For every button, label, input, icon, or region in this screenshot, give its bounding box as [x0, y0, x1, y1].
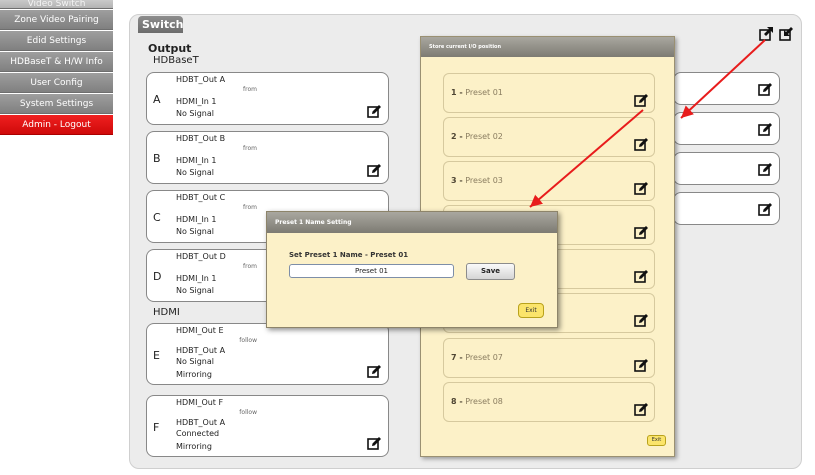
preset-label: 1 - Preset 01 — [451, 88, 503, 97]
edit-pencil-icon[interactable] — [758, 162, 773, 177]
output-letter: E — [153, 349, 160, 362]
sidebar-item-system-settings[interactable]: System Settings — [0, 94, 113, 114]
edit-pencil-icon[interactable] — [634, 225, 649, 240]
preset-label: 8 - Preset 08 — [451, 397, 503, 406]
sidebar-item-edid-settings[interactable]: Edid Settings — [0, 31, 113, 51]
output-status: No Signal — [176, 286, 214, 295]
switch-tab: Switch — [138, 16, 183, 33]
output-status: No Signal — [176, 227, 214, 236]
sidebar: Video Switch Zone Video Pairing Edid Set… — [0, 0, 113, 136]
output-relation: from — [243, 86, 257, 93]
edit-pencil-icon[interactable] — [634, 181, 649, 196]
output-title: Output — [148, 42, 192, 55]
output-letter: A — [153, 93, 161, 106]
output-relation: from — [243, 263, 257, 270]
output-card-a: HDBT_Out A from A HDMI_In 1 No Signal — [146, 72, 389, 125]
exit-button[interactable]: Exit — [518, 303, 544, 318]
output-letter: C — [153, 211, 161, 224]
sidebar-item-hdbaset-hw-info[interactable]: HDBaseT & H/W Info — [0, 52, 113, 72]
preset-slot-3[interactable]: 3 - Preset 03 — [443, 161, 655, 201]
output-source: HDMI_In 1 — [176, 97, 217, 106]
output-name: HDBT_Out A — [176, 75, 226, 84]
output-name: HDMI_Out E — [176, 326, 224, 335]
edit-pencil-icon[interactable] — [367, 104, 382, 119]
save-button[interactable]: Save — [466, 263, 515, 280]
preset-number: 8 - — [451, 397, 463, 406]
output-letter: F — [153, 421, 160, 434]
preset-name: Preset 07 — [465, 353, 503, 362]
output-card-right-b — [673, 112, 780, 145]
sidebar-item-admin-logout[interactable]: Admin - Logout — [0, 115, 113, 135]
output-name: HDBT_Out B — [176, 134, 226, 143]
dialog-title: Preset 1 Name Setting — [267, 212, 557, 233]
preset-label: 2 - Preset 02 — [451, 132, 503, 141]
load-preset-icon[interactable] — [779, 26, 794, 41]
output-card-b: HDBT_Out B from B HDMI_In 1 No Signal — [146, 131, 389, 184]
output-source: HDBT_Out A — [176, 346, 226, 355]
output-card-right-d — [673, 192, 780, 225]
edit-pencil-icon[interactable] — [634, 93, 649, 108]
edit-pencil-icon[interactable] — [367, 436, 382, 451]
edit-pencil-icon[interactable] — [634, 358, 649, 373]
output-letter: B — [153, 152, 161, 165]
output-card-right-a — [673, 72, 780, 105]
output-name: HDMI_Out F — [176, 398, 224, 407]
output-status: No Signal — [176, 109, 214, 118]
output-relation: follow — [239, 409, 257, 416]
output-letter: D — [153, 270, 162, 283]
output-relation: follow — [239, 337, 257, 344]
edit-pencil-icon[interactable] — [758, 122, 773, 137]
edit-pencil-icon[interactable] — [367, 364, 382, 379]
preset-label: 3 - Preset 03 — [451, 176, 503, 185]
output-source: HDMI_In 1 — [176, 274, 217, 283]
output-relation: from — [243, 204, 257, 211]
sidebar-item-video-switch[interactable]: Video Switch — [0, 0, 113, 9]
preset-number: 3 - — [451, 176, 463, 185]
sidebar-item-user-config[interactable]: User Config — [0, 73, 113, 93]
output-relation: from — [243, 145, 257, 152]
preset-slot-8[interactable]: 8 - Preset 08 — [443, 382, 655, 422]
edit-pencil-icon[interactable] — [758, 82, 773, 97]
preset-name: Preset 02 — [465, 132, 503, 141]
edit-pencil-icon[interactable] — [634, 402, 649, 417]
preset-number: 7 - — [451, 353, 463, 362]
group-title-hdmi: HDMI — [153, 307, 180, 318]
output-source: HDMI_In 1 — [176, 215, 217, 224]
preset-name: Preset 03 — [465, 176, 503, 185]
preset-slot-1[interactable]: 1 - Preset 01 — [443, 73, 655, 113]
store-preset-icon[interactable] — [759, 26, 774, 41]
output-card-f: HDMI_Out F follow F HDBT_Out A Connected… — [146, 395, 389, 457]
edit-pencil-icon[interactable] — [758, 202, 773, 217]
output-card-e: HDMI_Out E follow E HDBT_Out A No Signal… — [146, 323, 389, 385]
output-status: No Signal — [176, 168, 214, 177]
dialog-title: Store current I/O position — [421, 37, 674, 57]
preset-name-input[interactable] — [289, 264, 454, 278]
edit-pencil-icon[interactable] — [634, 269, 649, 284]
group-title-hdbaset: HDBaseT — [153, 55, 199, 66]
edit-pencil-icon[interactable] — [367, 163, 382, 178]
output-mode: Mirroring — [176, 370, 212, 379]
preset-number: 1 - — [451, 88, 463, 97]
edit-pencil-icon[interactable] — [634, 137, 649, 152]
preset-name: Preset 08 — [465, 397, 503, 406]
preset-label: 7 - Preset 07 — [451, 353, 503, 362]
output-status: No Signal — [176, 357, 214, 366]
output-name: HDBT_Out C — [176, 193, 226, 202]
output-source: HDBT_Out A — [176, 418, 226, 427]
name-prompt: Set Preset 1 Name - Preset 01 — [289, 251, 409, 259]
edit-pencil-icon[interactable] — [634, 313, 649, 328]
preset-name-dialog: Preset 1 Name Setting Set Preset 1 Name … — [266, 211, 558, 328]
output-card-right-c — [673, 152, 780, 185]
preset-slot-2[interactable]: 2 - Preset 02 — [443, 117, 655, 157]
preset-slot-7[interactable]: 7 - Preset 07 — [443, 338, 655, 378]
output-mode: Mirroring — [176, 442, 212, 451]
sidebar-item-zone-video-pairing[interactable]: Zone Video Pairing — [0, 10, 113, 30]
preset-name: Preset 01 — [465, 88, 503, 97]
preset-number: 2 - — [451, 132, 463, 141]
output-status: Connected — [176, 429, 220, 438]
preset-exit-button[interactable]: Exit — [647, 435, 666, 446]
output-source: HDMI_In 1 — [176, 156, 217, 165]
output-name: HDBT_Out D — [176, 252, 226, 261]
